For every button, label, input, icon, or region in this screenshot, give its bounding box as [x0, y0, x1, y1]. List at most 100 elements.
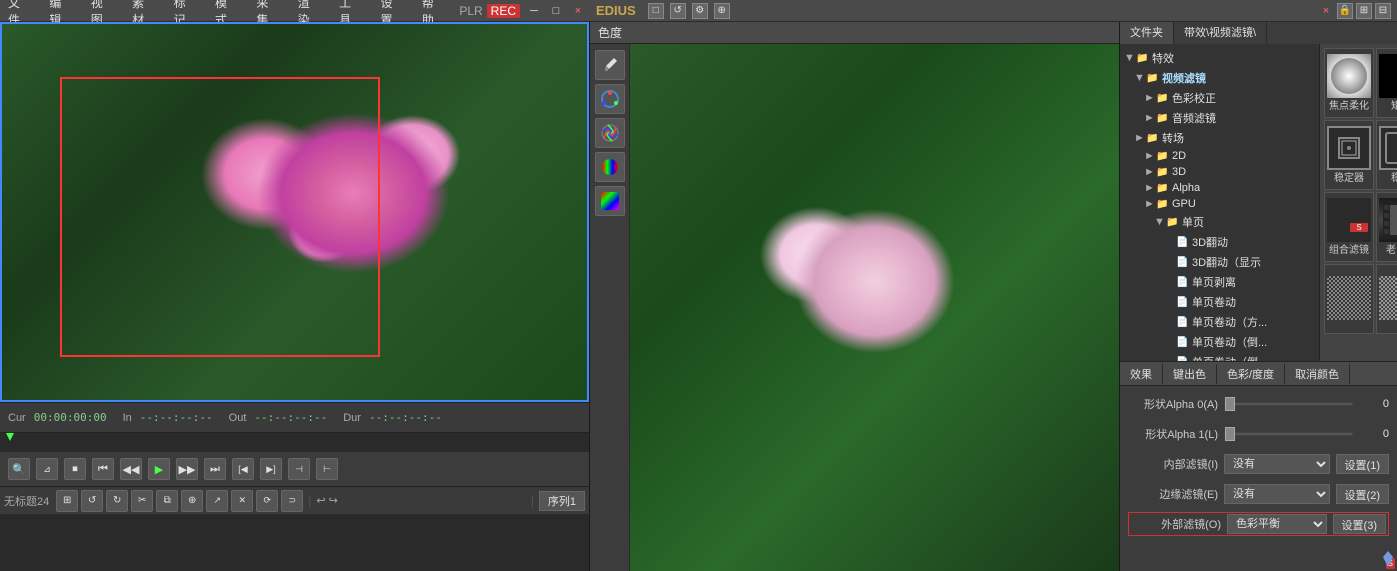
btn-scale[interactable]: ✕: [231, 490, 253, 512]
btn-forward-end[interactable]: ⏭: [204, 458, 226, 480]
btn-rewind-start[interactable]: ⏮: [92, 458, 114, 480]
separator2: |: [531, 494, 534, 508]
tree-item-8[interactable]: ► 📁 GPU: [1120, 196, 1319, 212]
tree-item-7[interactable]: ► 📁 Alpha: [1120, 180, 1319, 196]
effect-stabilizer[interactable]: 稳定器: [1324, 120, 1374, 190]
tree-item-1[interactable]: ▼ 📁 视频滤镜: [1120, 68, 1319, 88]
edius-icon-grid2[interactable]: ⊟: [1375, 3, 1391, 19]
gradient-map-tool[interactable]: [595, 186, 625, 216]
shape-alpha-0-slider[interactable]: [1224, 396, 1353, 412]
btn-trim[interactable]: ⊿: [36, 458, 58, 480]
effect-noise-2[interactable]: S: [1376, 264, 1397, 334]
redo-icon: ↪: [329, 494, 338, 507]
tree-arrow-11: ►: [1164, 256, 1174, 268]
btn-paste[interactable]: ⊕: [181, 490, 203, 512]
edius-icon-2[interactable]: ↺: [670, 3, 686, 19]
in-label: In: [123, 412, 132, 424]
tree-item-5[interactable]: ► 📁 2D: [1120, 148, 1319, 164]
file-icon-15: 📄: [1176, 337, 1190, 348]
tree-item-0[interactable]: ▼ 📁 特效: [1120, 48, 1319, 68]
effect-thumb-stabilizer: [1327, 126, 1371, 170]
effect-matrix[interactable]: 矩阵: [1376, 48, 1397, 118]
tab-file-browser[interactable]: 文件夹: [1120, 22, 1174, 44]
edge-filter-btn[interactable]: 设置(2): [1336, 484, 1389, 504]
tab-effect[interactable]: 效果: [1120, 364, 1163, 384]
btn-insert[interactable]: ⊣: [288, 458, 310, 480]
tab-key-color[interactable]: 键出色: [1163, 364, 1217, 384]
effect-stabilize2[interactable]: 稳定: [1376, 120, 1397, 190]
effect-label-soft: 焦点柔化: [1329, 101, 1369, 113]
btn-next-frame[interactable]: ▶▶: [176, 458, 198, 480]
tree-item-2[interactable]: ► 📁 色彩校正: [1120, 88, 1319, 108]
shape-alpha-1-slider[interactable]: [1224, 426, 1353, 442]
edius-icon-4[interactable]: ⊕: [714, 3, 730, 19]
tree-item-13[interactable]: ► 📄 单页卷动: [1120, 292, 1319, 312]
tree-item-6[interactable]: ► 📁 3D: [1120, 164, 1319, 180]
left-panel: Cur 00:00:00:00 In --:--:--:-- Out --:--…: [0, 22, 590, 571]
tree-item-4[interactable]: ► 📁 转场: [1120, 128, 1319, 148]
timeline-bar[interactable]: [0, 432, 589, 452]
btn-motion[interactable]: ↗: [206, 490, 228, 512]
edius-win-close[interactable]: ×: [1318, 3, 1334, 19]
edius-icon-lock[interactable]: 🔒: [1337, 3, 1353, 19]
btn-undo[interactable]: ↺: [81, 490, 103, 512]
cur-label: Cur: [8, 412, 26, 424]
tree-item-16[interactable]: ► 📄 单页卷动（倒...: [1120, 352, 1319, 361]
btn-overwrite[interactable]: ⊢: [316, 458, 338, 480]
window-close[interactable]: ×: [570, 3, 586, 19]
tree-item-11[interactable]: ► 📄 3D翻动（显示: [1120, 252, 1319, 272]
outer-filter-select[interactable]: 色彩平衡: [1227, 514, 1327, 534]
outer-filter-btn[interactable]: 设置(3): [1333, 514, 1386, 534]
effect-soft-focus[interactable]: 焦点柔化: [1324, 48, 1374, 118]
edge-filter-select[interactable]: 没有: [1224, 484, 1330, 504]
effect-group-filter[interactable]: S 组合滤镜: [1324, 192, 1374, 262]
window-maximize[interactable]: □: [548, 3, 564, 19]
inner-filter-btn[interactable]: 设置(1): [1336, 454, 1389, 474]
tree-item-10[interactable]: ► 📄 3D翻动: [1120, 232, 1319, 252]
tree-label-8: GPU: [1172, 198, 1196, 210]
shape-alpha-1-thumb[interactable]: [1225, 427, 1235, 441]
edius-icon-1[interactable]: □: [648, 3, 664, 19]
chroma-panel: 色度: [590, 22, 1120, 571]
timeline-marker[interactable]: [6, 433, 14, 441]
tab-cancel-color[interactable]: 取消颜色: [1285, 364, 1350, 384]
btn-prev-frame[interactable]: ◀◀: [120, 458, 142, 480]
tree-item-12[interactable]: ► 📄 单页剥离: [1120, 272, 1319, 292]
out-label: Out: [229, 412, 247, 424]
shape-alpha-1-track: [1224, 432, 1353, 436]
color-wheel-tool[interactable]: [595, 84, 625, 114]
eyedropper-tool[interactable]: [595, 50, 625, 80]
window-minimize[interactable]: ─: [526, 3, 542, 19]
btn-mark-in[interactable]: [◀: [232, 458, 254, 480]
tree-arrow-1: ▼: [1134, 72, 1144, 84]
effect-thumb-noise1: [1327, 276, 1371, 320]
tree-item-9[interactable]: ▼ 📁 单页: [1120, 212, 1319, 232]
btn-stop[interactable]: ⏹: [64, 458, 86, 480]
edius-icon-3[interactable]: ⚙: [692, 3, 708, 19]
btn-mark-out[interactable]: ▶]: [260, 458, 282, 480]
effect-old-movie-1[interactable]: 老电影: [1376, 192, 1397, 262]
tree-item-15[interactable]: ► 📄 单页卷动（倒...: [1120, 332, 1319, 352]
btn-extra[interactable]: ⊃: [281, 490, 303, 512]
curves-tool[interactable]: [595, 118, 625, 148]
inner-filter-select[interactable]: 没有: [1224, 454, 1330, 474]
btn-rotate[interactable]: ⟳: [256, 490, 278, 512]
effect-noise-1[interactable]: [1324, 264, 1374, 334]
tree-item-3[interactable]: ► 📁 音频滤镜: [1120, 108, 1319, 128]
btn-play[interactable]: ▶: [148, 458, 170, 480]
btn-redo[interactable]: ↻: [106, 490, 128, 512]
selection-box[interactable]: [60, 77, 380, 357]
tab-color-degree[interactable]: 色彩/度度: [1217, 364, 1285, 384]
sequence-btn[interactable]: 序列1: [539, 491, 585, 511]
edius-icon-grid[interactable]: ⊞: [1356, 3, 1372, 19]
file-tree[interactable]: ▼ 📁 特效 ▼ 📁 视频滤镜 ► 📁 色彩校正: [1120, 44, 1320, 361]
hue-rotate-tool[interactable]: [595, 152, 625, 182]
btn-search[interactable]: 🔍: [8, 458, 30, 480]
btn-copy[interactable]: ⧉: [156, 490, 178, 512]
shape-alpha-0-thumb[interactable]: [1225, 397, 1235, 411]
playback-controls: 🔍 ⊿ ⏹ ⏮ ◀◀ ▶ ▶▶ ⏭ [◀ ▶] ⊣ ⊢: [0, 452, 589, 486]
btn-add-clip[interactable]: ⊞: [56, 490, 78, 512]
tree-item-14[interactable]: ► 📄 单页卷动（方...: [1120, 312, 1319, 332]
tab-effects-path[interactable]: 带效\视频滤镜\: [1174, 22, 1267, 44]
btn-cut[interactable]: ✂: [131, 490, 153, 512]
